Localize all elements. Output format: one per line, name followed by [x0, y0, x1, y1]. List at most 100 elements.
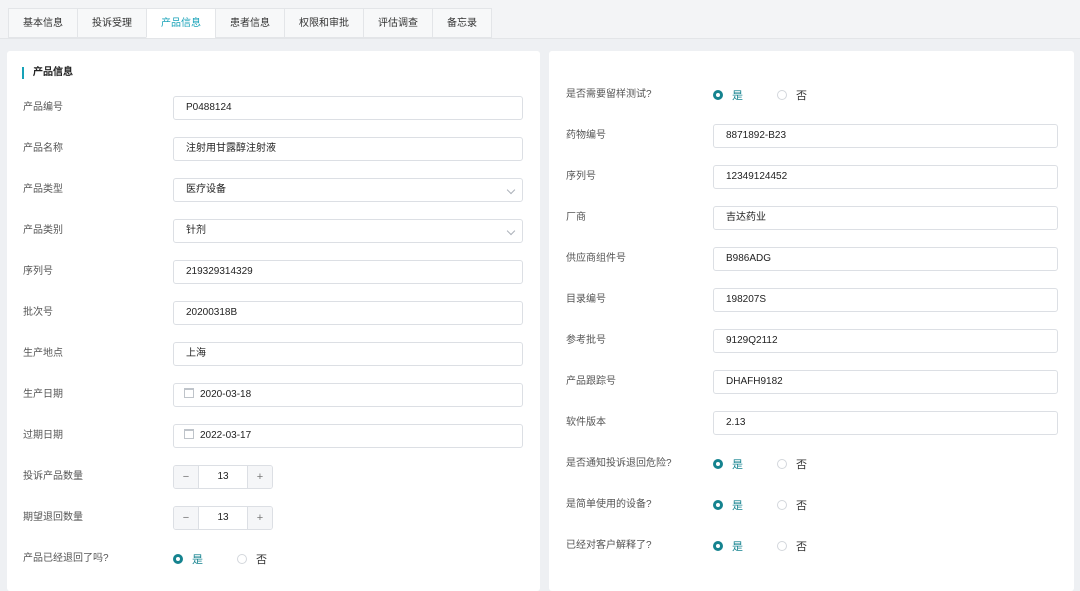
field-label: 产品跟踪号	[566, 376, 616, 387]
field-row: 产品跟踪号 DHAFH9182	[566, 370, 1058, 394]
field-row: 药物编号 8871892-B23	[566, 124, 1058, 148]
stepper-value[interactable]: 13	[199, 507, 247, 529]
radio-circle-icon	[713, 500, 723, 510]
field-row: 过期日期 2022-03-17	[23, 424, 523, 448]
text-input[interactable]: 9129Q2112	[713, 329, 1058, 353]
field-label: 过期日期	[23, 430, 63, 441]
radio-circle-icon	[777, 459, 787, 469]
radio-circle-icon	[777, 90, 787, 100]
field-control: −13 +	[173, 465, 523, 489]
field-row: 生产日期 2020-03-18	[23, 383, 523, 407]
increment-button[interactable]: +	[247, 466, 272, 488]
radio-label: 否	[796, 500, 807, 512]
field-control: 是否	[173, 547, 523, 571]
stepper-value[interactable]: 13	[199, 466, 247, 488]
text-input[interactable]: 20200318B	[173, 301, 523, 325]
field-control: 198207S	[713, 288, 1058, 312]
radio-label: 是	[192, 554, 203, 566]
calendar-icon	[184, 388, 194, 399]
radio-option-no[interactable]: 否	[237, 551, 267, 567]
text-input[interactable]: 上海	[173, 342, 523, 366]
field-row: 软件版本 2.13	[566, 411, 1058, 435]
field-row: 参考批号 9129Q2112	[566, 329, 1058, 353]
product-info-panel: 产品信息 产品编号 P0488124 产品名称 注射用甘露醇注射液 产品类型 医疗设备 产品…	[7, 51, 540, 591]
field-label: 序列号	[566, 171, 596, 182]
radio-option-no[interactable]: 否	[777, 87, 807, 103]
radio-circle-icon	[237, 554, 247, 564]
select-field[interactable]: 针剂	[173, 219, 523, 243]
field-row: 期望退回数量 −13 +	[23, 506, 523, 530]
select-value: 针剂	[186, 225, 206, 236]
text-input[interactable]: 219329314329	[173, 260, 523, 284]
tab-5[interactable]: 权限和审批	[284, 8, 363, 38]
radio-option-yes[interactable]: 是	[173, 551, 203, 567]
radio-group: 是否	[713, 452, 1058, 476]
tab-4[interactable]: 患者信息	[215, 8, 284, 38]
text-input[interactable]: P0488124	[173, 96, 523, 120]
text-input[interactable]: B986ADG	[713, 247, 1058, 271]
radio-circle-icon	[713, 90, 723, 100]
radio-option-no[interactable]: 否	[777, 456, 807, 472]
field-label: 生产日期	[23, 389, 63, 400]
radio-group: 是否	[713, 534, 1058, 558]
text-input[interactable]: 注射用甘露醇注射液	[173, 137, 523, 161]
text-input[interactable]: 吉达药业	[713, 206, 1058, 230]
decrement-button[interactable]: −	[174, 466, 199, 488]
radio-label: 否	[256, 554, 267, 566]
decrement-button[interactable]: −	[174, 507, 199, 529]
text-input[interactable]: DHAFH9182	[713, 370, 1058, 394]
radio-option-no[interactable]: 否	[777, 538, 807, 554]
text-input[interactable]: 12349124452	[713, 165, 1058, 189]
increment-button[interactable]: +	[247, 507, 272, 529]
field-row: 产品已经退回了吗? 是否	[23, 547, 523, 571]
field-control: 2020-03-18	[173, 383, 523, 407]
field-control: 8871892-B23	[713, 124, 1058, 148]
field-control: 医疗设备	[173, 178, 523, 202]
field-control: 9129Q2112	[713, 329, 1058, 353]
date-picker[interactable]: 2022-03-17	[173, 424, 523, 448]
field-label: 批次号	[23, 307, 53, 318]
field-label: 产品编号	[23, 102, 63, 113]
tab-6[interactable]: 评估调查	[363, 8, 432, 38]
field-row: 是简单使用的设备? 是否	[566, 493, 1058, 517]
radio-option-yes[interactable]: 是	[713, 538, 743, 554]
field-control: −13 +	[173, 506, 523, 530]
field-control: 2022-03-17	[173, 424, 523, 448]
radio-option-no[interactable]: 否	[777, 497, 807, 513]
field-label: 是否通知投诉退回危险?	[566, 458, 672, 469]
tab-1[interactable]: 基本信息	[8, 8, 77, 38]
radio-option-yes[interactable]: 是	[713, 497, 743, 513]
radio-group: 是否	[713, 493, 1058, 517]
quantity-stepper: −13 +	[173, 506, 273, 530]
field-row: 序列号 219329314329	[23, 260, 523, 284]
text-input[interactable]: 198207S	[713, 288, 1058, 312]
radio-label: 是	[732, 541, 743, 553]
field-control: 注射用甘露醇注射液	[173, 137, 523, 161]
radio-circle-icon	[173, 554, 183, 564]
field-label: 厂商	[566, 212, 586, 223]
text-input[interactable]: 8871892-B23	[713, 124, 1058, 148]
field-label: 目录编号	[566, 294, 606, 305]
field-row: 供应商组件号 B986ADG	[566, 247, 1058, 271]
date-picker[interactable]: 2020-03-18	[173, 383, 523, 407]
calendar-icon	[184, 429, 194, 440]
field-label: 产品名称	[23, 143, 63, 154]
field-label: 序列号	[23, 266, 53, 277]
field-row: 目录编号 198207S	[566, 288, 1058, 312]
date-value: 2022-03-17	[200, 430, 252, 441]
radio-option-yes[interactable]: 是	[713, 87, 743, 103]
field-control: DHAFH9182	[713, 370, 1058, 394]
field-label: 供应商组件号	[566, 253, 626, 264]
field-label: 参考批号	[566, 335, 606, 346]
tab-7[interactable]: 备忘录	[432, 8, 492, 38]
field-control: 吉达药业	[713, 206, 1058, 230]
radio-label: 否	[796, 90, 807, 102]
radio-group: 是否	[173, 547, 523, 571]
select-field[interactable]: 医疗设备	[173, 178, 523, 202]
tab-2[interactable]: 投诉受理	[77, 8, 146, 38]
field-label: 期望退回数量	[23, 512, 83, 523]
field-row: 是否通知投诉退回危险? 是否	[566, 452, 1058, 476]
tab-3[interactable]: 产品信息	[146, 8, 215, 38]
text-input[interactable]: 2.13	[713, 411, 1058, 435]
radio-option-yes[interactable]: 是	[713, 456, 743, 472]
